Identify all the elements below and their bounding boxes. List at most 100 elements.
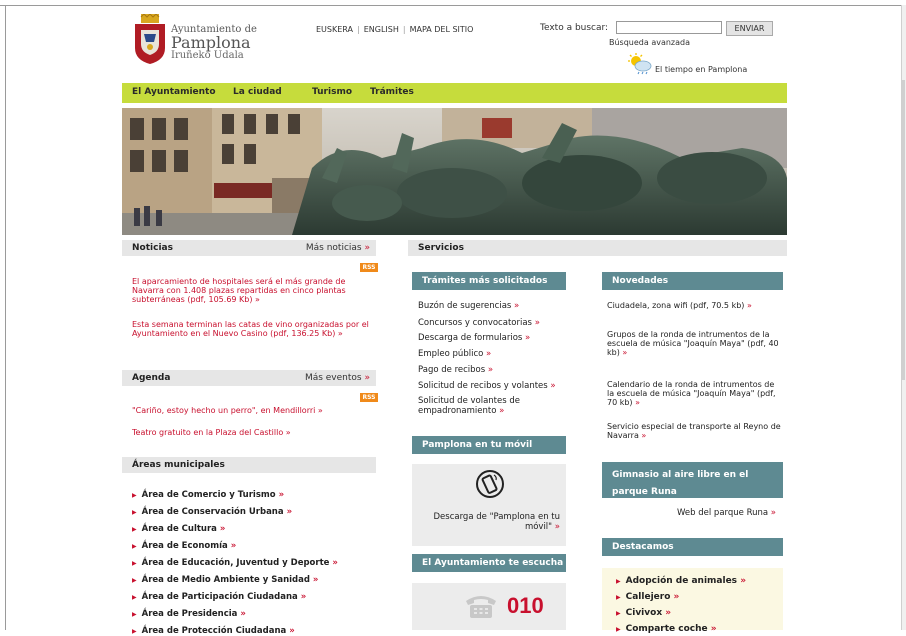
browser-frame: Ayuntamiento de Pamplona Iruñeko Udala E… xyxy=(0,0,906,636)
gym-title: Gimnasio al aire libre en el parque Runa xyxy=(612,470,749,497)
tramites-header: Trámites más solicitados xyxy=(412,272,566,290)
agenda-item[interactable]: "Cariño, estoy hecho un perro", en Mendi… xyxy=(132,406,370,415)
featured-item[interactable]: ▶ Callejero » xyxy=(616,592,679,602)
nav-el-ayuntamiento[interactable]: El Ayuntamiento xyxy=(132,87,216,97)
tramite-label: Empleo público xyxy=(418,349,484,359)
update-label: Ciudadela, zona wifi (pdf, 70.5 kb) xyxy=(607,301,745,310)
chevron-right-icon: » xyxy=(286,507,293,517)
area-link[interactable]: ▶ Área de Protección Ciudadana » xyxy=(132,626,295,636)
chevron-right-icon: » xyxy=(710,624,717,634)
services-section-header: Servicios xyxy=(408,240,787,256)
featured-item[interactable]: ▶ Comparte coche » xyxy=(616,624,717,634)
tramite-link[interactable]: Pago de recibos » xyxy=(418,365,564,375)
tramite-label: Pago de recibos xyxy=(418,365,486,375)
featured-item[interactable]: ▶ Civivox » xyxy=(616,608,671,618)
search-input[interactable] xyxy=(616,21,722,34)
agenda-item[interactable]: Teatro gratuito en la Plaza del Castillo… xyxy=(132,428,370,437)
news-item[interactable]: Esta semana terminan las catas de vino o… xyxy=(132,320,370,338)
tramite-link[interactable]: Empleo público » xyxy=(418,349,564,359)
area-label: Área de Conservación Urbana xyxy=(141,507,284,517)
area-link[interactable]: ▶ Área de Conservación Urbana » xyxy=(132,507,292,517)
triangle-bullet-icon: ▶ xyxy=(616,578,621,585)
agenda-item-text: "Cariño, estoy hecho un perro", en Mendi… xyxy=(132,406,316,415)
area-label: Área de Comercio y Turismo xyxy=(141,490,276,500)
triangle-bullet-icon: ▶ xyxy=(132,594,137,601)
chevron-right-icon: » xyxy=(665,608,672,618)
nav-tramites[interactable]: Trámites xyxy=(370,87,414,97)
agenda-item-text: Teatro gratuito en la Plaza del Castillo xyxy=(132,428,284,437)
chevron-right-icon: » xyxy=(285,428,291,437)
tramite-link[interactable]: Concursos y convocatorias » xyxy=(418,318,564,328)
rss-icon[interactable]: RSS xyxy=(360,263,378,272)
area-label: Área de Cultura xyxy=(141,524,217,534)
phone-010-box[interactable]: 010 xyxy=(412,583,566,630)
tramite-link[interactable]: Solicitud de volantes de empadronamiento… xyxy=(418,396,564,416)
frame-border-left xyxy=(5,5,6,630)
city-name-logo-text[interactable]: Ayuntamiento de Pamplona Iruñeko Udala xyxy=(171,25,257,61)
gym-header: Gimnasio al aire libre en el parque Runa xyxy=(602,462,783,498)
area-link[interactable]: ▶ Área de Presidencia » xyxy=(132,609,246,619)
listening-title: El Ayuntamiento te escucha xyxy=(422,558,564,568)
news-item[interactable]: El aparcamiento de hospitales será el má… xyxy=(132,277,370,304)
triangle-bullet-icon: ▶ xyxy=(132,560,137,567)
triangle-bullet-icon: ▶ xyxy=(132,628,137,635)
services-title: Servicios xyxy=(418,243,464,253)
mobile-app-title: Pamplona en tu móvil xyxy=(422,440,533,450)
search-submit-button[interactable]: ENVIAR xyxy=(726,21,773,36)
agenda-section-header: Agenda Más eventos » xyxy=(122,370,376,386)
area-link[interactable]: ▶ Área de Medio Ambiente y Sanidad » xyxy=(132,575,318,585)
area-link[interactable]: ▶ Área de Comercio y Turismo » xyxy=(132,490,284,500)
update-link[interactable]: Calendario de la ronda de intrumentos de… xyxy=(607,380,783,407)
weather-sun-cloud-icon[interactable] xyxy=(627,53,653,75)
chevron-right-icon: » xyxy=(534,318,540,328)
area-link[interactable]: ▶ Área de Economía » xyxy=(132,541,236,551)
tramites-title: Trámites más solicitados xyxy=(422,276,548,286)
news-item-text: Esta semana terminan las catas de vino o… xyxy=(132,320,369,338)
featured-item-label: Civivox xyxy=(625,608,663,618)
chevron-right-icon: » xyxy=(364,373,370,383)
advanced-search-link[interactable]: Búsqueda avanzada xyxy=(609,38,690,47)
nav-la-ciudad[interactable]: La ciudad xyxy=(233,87,282,97)
encierro-monument-photo xyxy=(122,108,787,235)
site-map-link[interactable]: MAPA DEL SITIO xyxy=(406,25,478,34)
tramite-link[interactable]: Buzón de sugerencias » xyxy=(418,301,564,311)
area-link[interactable]: ▶ Área de Participación Ciudadana » xyxy=(132,592,306,602)
tramite-link[interactable]: Solicitud de recibos y volantes » xyxy=(418,381,564,391)
mobile-app-box: Descarga de "Pamplona en tu móvil" » xyxy=(412,464,566,546)
update-link[interactable]: Grupos de la ronda de intrumentos de la … xyxy=(607,330,783,357)
more-events-link[interactable]: Más eventos » xyxy=(305,373,370,383)
tramite-label: Buzón de sugerencias xyxy=(418,301,512,311)
featured-header: Destacamos xyxy=(602,538,783,556)
chevron-right-icon: » xyxy=(278,490,285,500)
update-link[interactable]: Ciudadela, zona wifi (pdf, 70.5 kb) » xyxy=(607,301,783,310)
tramite-label: Descarga de formularios xyxy=(418,333,523,343)
chevron-right-icon: » xyxy=(332,558,338,568)
nav-turismo[interactable]: Turismo xyxy=(312,87,352,97)
scrollbar-thumb[interactable] xyxy=(902,80,905,380)
weather-link[interactable]: El tiempo en Pamplona xyxy=(655,65,747,74)
chevron-right-icon: » xyxy=(499,406,505,416)
page-content: Ayuntamiento de Pamplona Iruñeko Udala E… xyxy=(122,8,787,636)
featured-item-label: Callejero xyxy=(625,592,671,602)
chevron-right-icon: » xyxy=(554,522,560,532)
area-link[interactable]: ▶ Área de Cultura » xyxy=(132,524,225,534)
more-news-link[interactable]: Más noticias » xyxy=(306,243,370,253)
euskera-link[interactable]: EUSKERA xyxy=(312,25,357,34)
featured-item-label: Adopción de animales xyxy=(625,576,738,586)
english-link[interactable]: ENGLISH xyxy=(360,25,403,34)
area-link[interactable]: ▶ Área de Educación, Juventud y Deporte » xyxy=(132,558,338,568)
chevron-right-icon: » xyxy=(317,406,323,415)
featured-item[interactable]: ▶ Adopción de animales » xyxy=(616,576,746,586)
tramite-link[interactable]: Descarga de formularios » xyxy=(418,333,564,343)
mobile-app-download-link[interactable]: Descarga de "Pamplona en tu móvil" » xyxy=(432,512,561,532)
tramite-label: Solicitud de volantes de empadronamiento xyxy=(418,396,521,416)
rss-icon[interactable]: RSS xyxy=(360,393,378,402)
city-coat-of-arms-logo[interactable] xyxy=(132,14,168,64)
mobile-phone-icon[interactable] xyxy=(475,469,505,499)
chevron-right-icon: » xyxy=(230,541,237,551)
runa-park-link[interactable]: Web del parque Runa » xyxy=(602,508,776,518)
phone-number: 010 xyxy=(507,593,544,618)
area-label: Área de Protección Ciudadana xyxy=(141,626,287,636)
logo-line-2: Pamplona xyxy=(171,33,251,52)
update-link[interactable]: Servicio especial de transporte al Reyno… xyxy=(607,422,783,440)
